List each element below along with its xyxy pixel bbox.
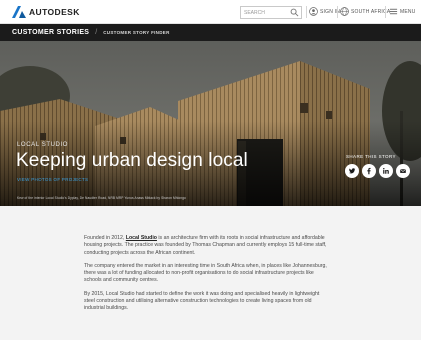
photo-caption: Kew of the interior Local Studio's Dypla… <box>17 196 186 200</box>
user-icon <box>309 7 318 16</box>
email-icon <box>400 169 406 173</box>
paragraph-text: Founded in 2012, <box>84 235 126 241</box>
header-divider <box>337 6 338 18</box>
story-paragraph: By 2015, Local Studio had started to def… <box>84 290 320 312</box>
top-header: AUTODESK SIGN IN SOUTH AFRICA <box>0 0 421 24</box>
local-studio-link[interactable]: Local Studio <box>126 235 157 241</box>
story-category: LOCAL STUDIO <box>17 142 68 148</box>
share-buttons <box>345 164 410 178</box>
share-twitter-button[interactable] <box>345 164 359 178</box>
breadcrumb-customer-stories[interactable]: CUSTOMER STORIES <box>12 29 89 36</box>
linkedin-icon <box>383 168 389 174</box>
sign-in-link[interactable]: SIGN IN <box>309 7 340 16</box>
share-facebook-button[interactable] <box>362 164 376 178</box>
globe-icon <box>340 7 349 16</box>
menu-button[interactable]: MENU <box>389 7 416 16</box>
breadcrumb-separator: / <box>95 29 98 36</box>
search-icon[interactable] <box>290 8 299 17</box>
autodesk-logo[interactable]: AUTODESK <box>12 5 80 18</box>
story-text: Founded in 2012, Local Studio is an arch… <box>84 235 328 319</box>
menu-label: MENU <box>400 8 416 15</box>
facebook-icon <box>367 167 371 175</box>
story-paragraph: The company entered the market in an int… <box>84 262 327 284</box>
share-email-button[interactable] <box>396 164 410 178</box>
twitter-icon <box>348 168 356 174</box>
header-divider <box>385 6 386 18</box>
hero-banner: LOCAL STUDIO Keeping urban design local … <box>0 41 421 206</box>
story-paragraph: Founded in 2012, Local Studio is an arch… <box>84 235 328 257</box>
share-label: SHARE THIS STORY <box>346 154 396 159</box>
header-divider <box>306 6 307 18</box>
search-input[interactable] <box>241 7 289 18</box>
view-photos-link[interactable]: VIEW PHOTOS OF PROJECTS <box>17 177 88 182</box>
region-selector[interactable]: SOUTH AFRICA <box>340 7 390 16</box>
share-linkedin-button[interactable] <box>379 164 393 178</box>
autodesk-logo-icon <box>12 5 26 18</box>
page-title: Keeping urban design local <box>16 150 248 171</box>
story-body: Founded in 2012, Local Studio is an arch… <box>0 206 421 340</box>
brand-name: AUTODESK <box>29 6 80 17</box>
breadcrumb-story-finder[interactable]: CUSTOMER STORY FINDER <box>103 30 169 35</box>
breadcrumb: CUSTOMER STORIES / CUSTOMER STORY FINDER <box>0 24 421 41</box>
search-box[interactable] <box>240 6 302 19</box>
hamburger-icon <box>389 8 398 15</box>
